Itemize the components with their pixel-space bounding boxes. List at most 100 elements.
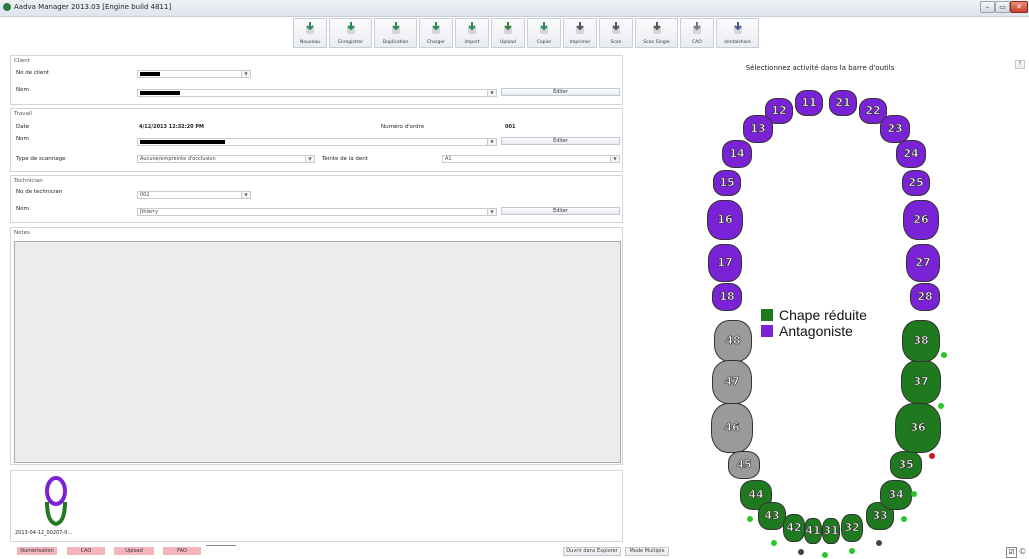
- toolbar-button-charger[interactable]: Charger: [419, 18, 453, 48]
- chart-instruction: Sélectionnez activité dans la barre d'ou…: [745, 64, 895, 72]
- shade-dropdown[interactable]: A1 ▼: [442, 155, 620, 163]
- tooth-18[interactable]: 18: [712, 283, 742, 311]
- work-name-dropdown[interactable]: ▼: [137, 138, 497, 146]
- tooth-number: 17: [717, 256, 733, 269]
- technician-no-value: 002: [140, 192, 150, 198]
- multi-mode-button[interactable]: Mode Multiple: [625, 547, 669, 556]
- tooth-14[interactable]: 14: [722, 140, 752, 168]
- tooth-24[interactable]: 24: [896, 140, 926, 168]
- tooth-36[interactable]: 36: [895, 403, 941, 453]
- toolbar-button-enregistrer[interactable]: Enregistrer: [329, 18, 372, 48]
- scan-single-icon: [651, 22, 663, 34]
- copy-icon: [538, 22, 550, 34]
- tooth-41[interactable]: 41: [804, 518, 822, 544]
- technician-no-dropdown[interactable]: 002 ▼: [137, 191, 251, 199]
- tooth-27[interactable]: 27: [906, 244, 940, 282]
- work-header: Travail: [14, 111, 32, 117]
- tooth-26[interactable]: 26: [903, 200, 939, 240]
- scan-type-dropdown[interactable]: Aucune/empreinte d'occlusion ▼: [137, 155, 315, 163]
- title-bar: Aadva Manager 2013.03 [Engine build 4811…: [0, 0, 1029, 17]
- date-label: Date: [16, 124, 30, 130]
- tooth-number: 33: [872, 509, 888, 522]
- tooth-25[interactable]: 25: [902, 170, 930, 196]
- tooth-17[interactable]: 17: [708, 244, 742, 282]
- tooth-number: 24: [903, 147, 919, 160]
- tooth-32[interactable]: 32: [841, 514, 863, 542]
- status-dot: [938, 403, 944, 409]
- toolbar-button-scan-single[interactable]: Scan Single: [635, 18, 678, 48]
- tooth-15[interactable]: 15: [713, 170, 741, 196]
- tooth-number: 23: [887, 122, 903, 135]
- toolbar-button-cao[interactable]: CAO: [680, 18, 714, 48]
- tooth-28[interactable]: 28: [910, 283, 940, 311]
- tooth-21[interactable]: 21: [829, 90, 857, 116]
- tooth-37[interactable]: 37: [901, 360, 941, 404]
- tooth-number: 15: [719, 176, 735, 189]
- tooth-number: 31: [823, 524, 839, 537]
- tooth-48[interactable]: 48: [714, 320, 752, 362]
- tooth-46[interactable]: 46: [711, 403, 753, 453]
- progress-divider: [206, 545, 236, 546]
- date-value: 4/12/2013 12:32:20 PM: [139, 124, 204, 130]
- tooth-31[interactable]: 31: [822, 518, 840, 544]
- toolbar-button-scan[interactable]: Scan: [599, 18, 633, 48]
- minimize-button[interactable]: –: [980, 1, 995, 13]
- tooth-45[interactable]: 45: [728, 451, 760, 479]
- chevron-down-icon: ▼: [241, 192, 250, 198]
- app-icon: [3, 3, 11, 11]
- tooth-23[interactable]: 23: [880, 115, 910, 143]
- tooth-35[interactable]: 35: [890, 451, 922, 479]
- client-no-label: No de client: [16, 70, 49, 76]
- toolbar-button-label: Copier: [536, 40, 552, 45]
- tooth-16[interactable]: 16: [707, 200, 743, 240]
- legend-item-reduced-coping: Chape réduite: [761, 307, 867, 323]
- case-thumbnail[interactable]: [35, 474, 77, 527]
- toolbar-button-import[interactable]: Import: [455, 18, 489, 48]
- client-edit-button[interactable]: Éditer: [501, 88, 620, 96]
- scanner-icon: [610, 22, 622, 34]
- toolbar-button-duplication[interactable]: Duplication: [374, 18, 417, 48]
- chevron-down-icon: ▼: [305, 156, 314, 162]
- printer-icon: [574, 22, 586, 34]
- tooth-number: 16: [717, 213, 733, 226]
- technician-edit-button[interactable]: Éditer: [501, 207, 620, 215]
- help-button[interactable]: ?: [1015, 60, 1025, 69]
- redaction: [140, 140, 225, 144]
- work-section: Travail Date 4/12/2013 12:32:20 PM Numér…: [10, 108, 623, 172]
- chevron-down-icon: ▼: [487, 209, 496, 215]
- open-in-explorer-button[interactable]: Ouvrir dans Explorer: [563, 547, 621, 556]
- client-no-dropdown[interactable]: ▼: [137, 70, 251, 78]
- tooth-number: 35: [898, 458, 914, 471]
- tooth-34[interactable]: 34: [880, 480, 912, 510]
- duplicate-icon: [390, 22, 402, 34]
- restore-button[interactable]: ▭: [995, 1, 1010, 13]
- status-dot: [747, 516, 753, 522]
- main-toolbar: Nouveau Enregistrer Duplication Charger Impo…: [293, 18, 759, 48]
- toolbar-button-copier[interactable]: Copier: [527, 18, 561, 48]
- tooth-number: 18: [719, 290, 735, 303]
- technician-no-label: No de technicien: [16, 189, 63, 195]
- tooth-47[interactable]: 47: [712, 360, 752, 404]
- close-button[interactable]: ✕: [1010, 1, 1028, 13]
- tooth-13[interactable]: 13: [743, 115, 773, 143]
- refresh-icon[interactable]: ©: [1018, 547, 1027, 556]
- notes-textarea[interactable]: [14, 241, 621, 463]
- checkbox-icon[interactable]: ☑: [1006, 547, 1017, 558]
- toolbar-button-upload[interactable]: Upload: [491, 18, 525, 48]
- toolbar-button-dentalshare[interactable]: dentalshare: [716, 18, 759, 48]
- tooth-38[interactable]: 38: [902, 320, 940, 362]
- legend: Chape réduite Antagoniste: [761, 307, 867, 339]
- work-edit-button[interactable]: Éditer: [501, 137, 620, 145]
- technician-name-dropdown[interactable]: Jthierry ▼: [137, 208, 497, 216]
- client-name-dropdown[interactable]: ▼: [137, 89, 497, 97]
- tooth-42[interactable]: 42: [783, 514, 805, 542]
- toolbar-button-imprimer[interactable]: Imprimer: [563, 18, 597, 48]
- toolbar-button-nouveau[interactable]: Nouveau: [293, 18, 327, 48]
- order-number-label: Numéro d'ordre: [381, 124, 425, 130]
- tooth-43[interactable]: 43: [758, 502, 786, 530]
- toolbar-button-label: Charger: [427, 40, 445, 45]
- work-name-label: Nom: [16, 136, 29, 142]
- legend-item-antagonist: Antagoniste: [761, 323, 867, 339]
- tooth-number: 22: [865, 104, 881, 117]
- tooth-11[interactable]: 11: [795, 90, 823, 116]
